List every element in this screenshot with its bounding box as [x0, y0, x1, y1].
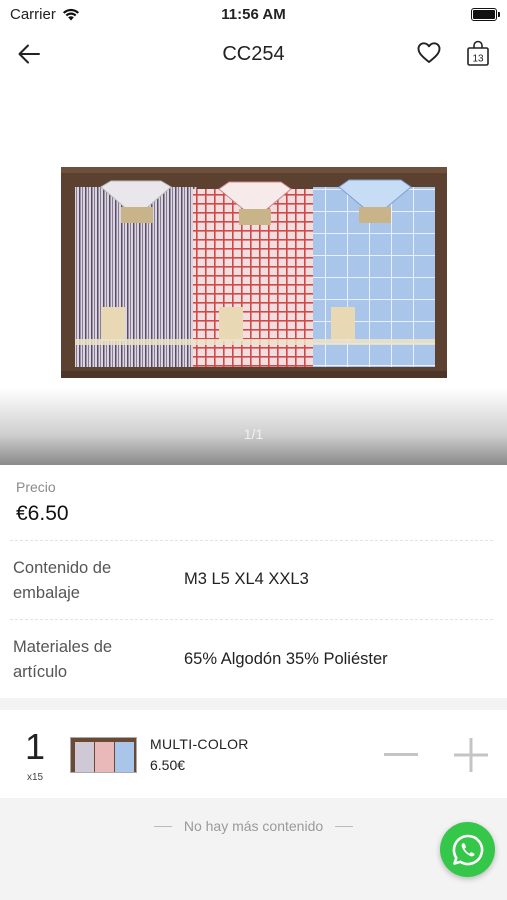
decrease-quantity-button[interactable]	[382, 738, 420, 772]
materials-value: 65% Algodón 35% Poliéster	[184, 650, 388, 668]
end-of-content: No hay más contenido	[0, 818, 507, 834]
divider	[10, 540, 493, 541]
divider	[153, 825, 172, 827]
variant-row: 1 x15 MULTI-COLOR 6.50€	[0, 710, 507, 798]
page-indicator: 1/1	[243, 426, 264, 442]
quantity-value: 1	[24, 726, 46, 767]
plus-icon	[454, 738, 488, 772]
battery-icon	[471, 7, 500, 21]
status-bar: Carrier 11:56 AM	[0, 0, 507, 28]
divider	[10, 619, 493, 620]
cart-button[interactable]: 13	[466, 39, 490, 67]
shopping-bag-icon: 13	[467, 40, 489, 66]
favorite-button[interactable]	[416, 40, 442, 66]
heart-icon	[417, 42, 441, 63]
packing-label: Contenido de embalaje	[13, 559, 112, 602]
minus-icon	[384, 753, 418, 756]
increase-quantity-button[interactable]	[452, 736, 490, 774]
no-more-label: No hay más contenido	[183, 818, 324, 834]
variant-thumbnail	[70, 737, 137, 773]
price-label: Precio	[16, 479, 56, 495]
back-button[interactable]	[14, 40, 44, 68]
whatsapp-button[interactable]	[440, 822, 495, 877]
packing-value: M3 L5 XL4 XXL3	[184, 570, 309, 588]
quantity-multiplier: x15	[26, 772, 44, 783]
product-image	[61, 167, 447, 378]
product-info: Precio €6.50 Contenido de embalaje M3 L5…	[0, 465, 507, 698]
variant-name: MULTI-COLOR	[150, 736, 249, 752]
variant-price: 6.50€	[150, 757, 186, 773]
carrier-label: Carrier	[10, 5, 56, 23]
whatsapp-icon	[452, 834, 483, 865]
cart-count: 13	[472, 54, 484, 65]
product-gallery[interactable]: 1/1	[0, 80, 507, 465]
arrow-left-icon	[18, 44, 40, 64]
materials-label: Materiales de artículo	[13, 638, 113, 681]
wifi-icon	[62, 8, 79, 20]
price-value: €6.50	[16, 502, 69, 525]
divider	[335, 825, 354, 827]
nav-bar: CC254 13	[0, 28, 507, 80]
